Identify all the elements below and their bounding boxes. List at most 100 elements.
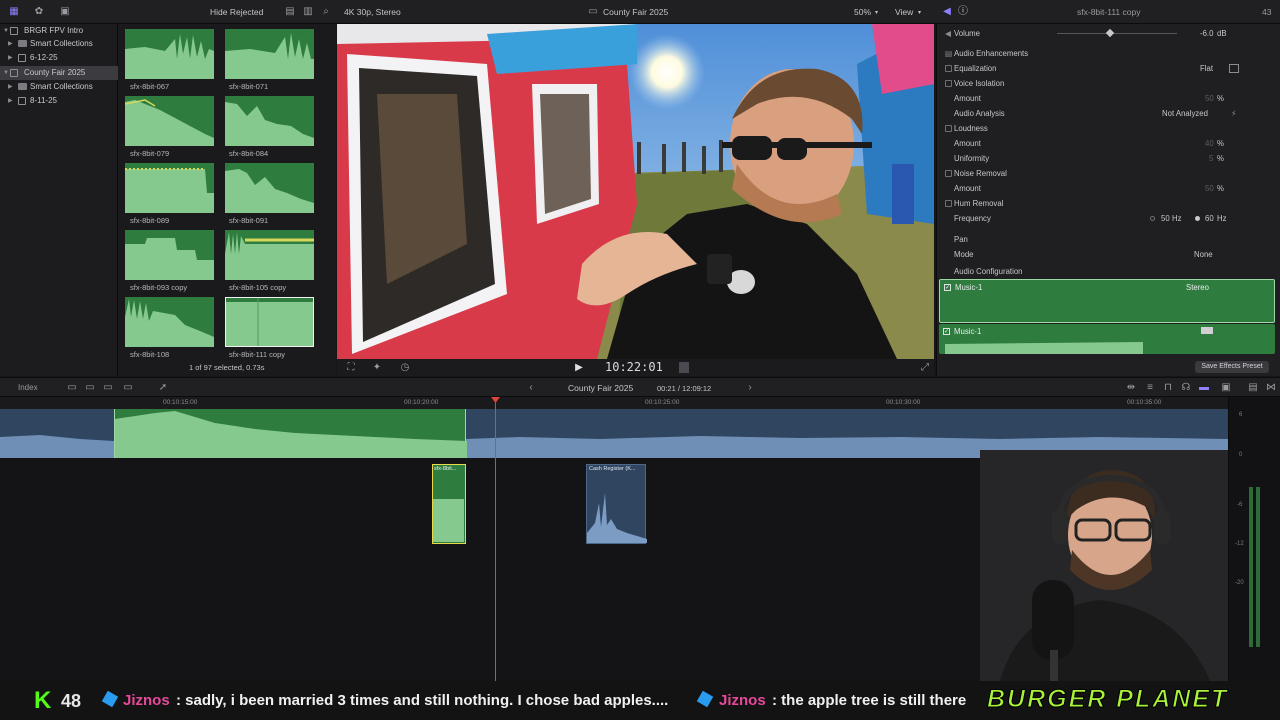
disclosure-right-icon[interactable]: ▶ bbox=[8, 37, 13, 51]
timeline-ruler[interactable]: 00:10:15:00 00:10:20:00 00:10:25:00 00:1… bbox=[0, 397, 1228, 409]
enhance-icon[interactable]: ✦ bbox=[371, 362, 383, 374]
freq-60-radio[interactable] bbox=[1195, 216, 1200, 221]
overwrite-clip-icon[interactable]: ▭ bbox=[122, 382, 134, 394]
music-clip[interactable] bbox=[114, 409, 467, 458]
library-item-brgr-fpv-intro[interactable]: ▼ BRGR FPV Intro bbox=[0, 24, 118, 38]
audio-inspector-icon[interactable]: ◀ bbox=[941, 6, 953, 18]
disclosure-down-icon[interactable]: ▼ bbox=[3, 24, 9, 38]
hum-removal-checkbox[interactable] bbox=[945, 200, 952, 207]
clip-thumbnail[interactable] bbox=[125, 297, 214, 347]
zoom-chevron-icon[interactable]: ▾ bbox=[875, 9, 878, 16]
disclosure-right-icon[interactable]: ▶ bbox=[8, 80, 13, 94]
titles-icon[interactable]: ▣ bbox=[59, 6, 71, 18]
pan-mode-menu[interactable]: None bbox=[1194, 247, 1213, 262]
library-icon bbox=[10, 27, 18, 35]
fullscreen-icon[interactable]: ⤢ bbox=[919, 362, 931, 374]
video-viewer[interactable] bbox=[337, 24, 934, 359]
clip-thumbnail[interactable] bbox=[125, 230, 214, 280]
play-icon[interactable]: ▶ bbox=[573, 362, 585, 374]
clip-appearance-icon[interactable]: ▤ bbox=[284, 6, 296, 18]
history-back-icon[interactable]: ‹ bbox=[525, 382, 537, 394]
info-icon[interactable]: ⓘ bbox=[957, 6, 969, 18]
playhead[interactable] bbox=[495, 397, 496, 681]
clip-thumbnail[interactable] bbox=[225, 96, 314, 146]
headphones-icon[interactable]: ☊ bbox=[1180, 382, 1192, 394]
transitions-browser-icon[interactable]: ⋈ bbox=[1265, 382, 1277, 394]
volume-slider-track[interactable] bbox=[1057, 33, 1177, 34]
audio-config-track[interactable]: ✓ Music-1 Stereo bbox=[939, 279, 1275, 323]
clip-thumbnail[interactable] bbox=[225, 163, 314, 213]
save-effects-preset-button[interactable]: Save Effects Preset bbox=[1195, 361, 1269, 373]
sfx-waveform bbox=[433, 499, 464, 542]
viewer-controls: ⛶ ✦ ◷ ▶ 10:22:01 ⤢ bbox=[337, 359, 934, 376]
clip-thumbnail[interactable] bbox=[125, 29, 214, 79]
clip-thumbnail[interactable] bbox=[225, 230, 314, 280]
inspector-duration: 43 bbox=[1262, 7, 1272, 17]
filmstrip-icon[interactable]: ▥ bbox=[302, 6, 314, 18]
clip-thumbnail[interactable] bbox=[125, 96, 214, 146]
connect-clip-icon[interactable]: ▭ bbox=[66, 382, 78, 394]
clip-thumbnail[interactable] bbox=[125, 163, 214, 213]
search-icon[interactable]: ⌕ bbox=[320, 6, 332, 18]
select-tool-icon[interactable]: ➚ bbox=[157, 382, 169, 394]
freq-50-radio[interactable] bbox=[1150, 216, 1155, 221]
history-forward-icon[interactable]: › bbox=[744, 382, 756, 394]
disclosure-right-icon[interactable]: ▶ bbox=[8, 51, 13, 65]
eq-graph-icon[interactable] bbox=[1229, 64, 1239, 73]
waveform bbox=[226, 298, 313, 346]
library-item-6-12-25[interactable]: ▶ 6-12-25 bbox=[0, 51, 118, 65]
library-item-smart-collections[interactable]: ▶ Smart Collections bbox=[0, 80, 118, 94]
libraries-icon[interactable]: ▦ bbox=[8, 6, 20, 18]
disclosure-right-icon[interactable]: ▶ bbox=[8, 94, 13, 108]
folder-icon bbox=[18, 40, 27, 47]
voice-isolation-checkbox[interactable] bbox=[945, 80, 952, 87]
channel-config-menu[interactable]: Stereo bbox=[1186, 283, 1209, 292]
analyze-icon[interactable]: ⚡ bbox=[1231, 106, 1236, 121]
top-toolbar: ▦ ✿ ▣ Hide Rejected ▤ ▥ ⌕ 4K 30p, Stereo… bbox=[0, 0, 1280, 24]
clip-thumbnail-selected[interactable] bbox=[225, 297, 314, 347]
transform-icon[interactable]: ⛶ bbox=[345, 362, 357, 374]
enhancements-header[interactable]: ▤ Audio Enhancements bbox=[937, 46, 1280, 61]
sfx-clip-selected[interactable]: sfx-8bit... bbox=[432, 464, 466, 544]
equalization-checkbox[interactable] bbox=[945, 65, 952, 72]
skimming-icon[interactable]: ▬ bbox=[1198, 382, 1210, 394]
folder-icon bbox=[18, 83, 27, 90]
view-chevron-icon[interactable]: ▾ bbox=[918, 9, 921, 16]
clip-height-icon[interactable]: ≡ bbox=[1144, 382, 1156, 394]
waveform bbox=[225, 232, 314, 280]
zoom-menu[interactable]: 50% bbox=[854, 7, 871, 17]
noise-removal-checkbox[interactable] bbox=[945, 170, 952, 177]
view-menu[interactable]: View bbox=[895, 7, 913, 17]
disclosure-icon[interactable]: ▤ bbox=[945, 46, 952, 58]
loudness-checkbox[interactable] bbox=[945, 125, 952, 132]
waveform bbox=[125, 99, 214, 146]
clip-thumbnail[interactable] bbox=[225, 29, 314, 79]
timeline-project-title[interactable]: County Fair 2025 bbox=[568, 383, 633, 393]
disclosure-down-icon[interactable]: ▼ bbox=[3, 66, 9, 80]
volume-slider-knob[interactable] bbox=[1105, 28, 1115, 38]
event-icon bbox=[18, 97, 26, 105]
audio-inspector: ◀ Volume -6.0 dB ▤ Audio Enhancements Eq… bbox=[936, 24, 1280, 376]
library-item-county-fair-2025[interactable]: ▼ County Fair 2025 bbox=[0, 66, 118, 80]
audio-config-subtrack[interactable]: ✓ Music-1 bbox=[939, 324, 1275, 354]
library-item-8-11-25[interactable]: ▶ 8-11-25 bbox=[0, 94, 118, 108]
snapping-icon[interactable]: ⊓ bbox=[1162, 382, 1174, 394]
insert-clip-icon[interactable]: ▭ bbox=[84, 382, 96, 394]
index-button[interactable]: Index bbox=[18, 383, 38, 392]
subtrack-checkbox[interactable]: ✓ bbox=[943, 328, 950, 335]
track-checkbox[interactable]: ✓ bbox=[944, 284, 951, 291]
speed-icon[interactable]: ◷ bbox=[399, 362, 411, 374]
zoom-icon[interactable]: ⇹ bbox=[1125, 382, 1137, 394]
effects-browser-icon[interactable]: ▤ bbox=[1247, 382, 1259, 394]
uniformity-row: Uniformity 5 % bbox=[954, 154, 1224, 163]
audio-meter-icon[interactable]: ▣ bbox=[1220, 382, 1232, 394]
cash-register-clip[interactable]: Cash Register (K... bbox=[586, 464, 647, 544]
library-item-smart-collections[interactable]: ▶ Smart Collections bbox=[0, 37, 118, 51]
photos-icon[interactable]: ✿ bbox=[33, 6, 45, 18]
hide-rejected-menu[interactable]: Hide Rejected bbox=[210, 7, 263, 17]
append-clip-icon[interactable]: ▭ bbox=[102, 382, 114, 394]
eq-preset-menu[interactable]: Flat bbox=[1200, 61, 1213, 76]
volume-row: ◀ Volume -6.0 dB bbox=[937, 26, 1280, 41]
noise-amount-row: Amount 50 % bbox=[954, 184, 1224, 193]
kick-logo: K bbox=[34, 687, 52, 714]
